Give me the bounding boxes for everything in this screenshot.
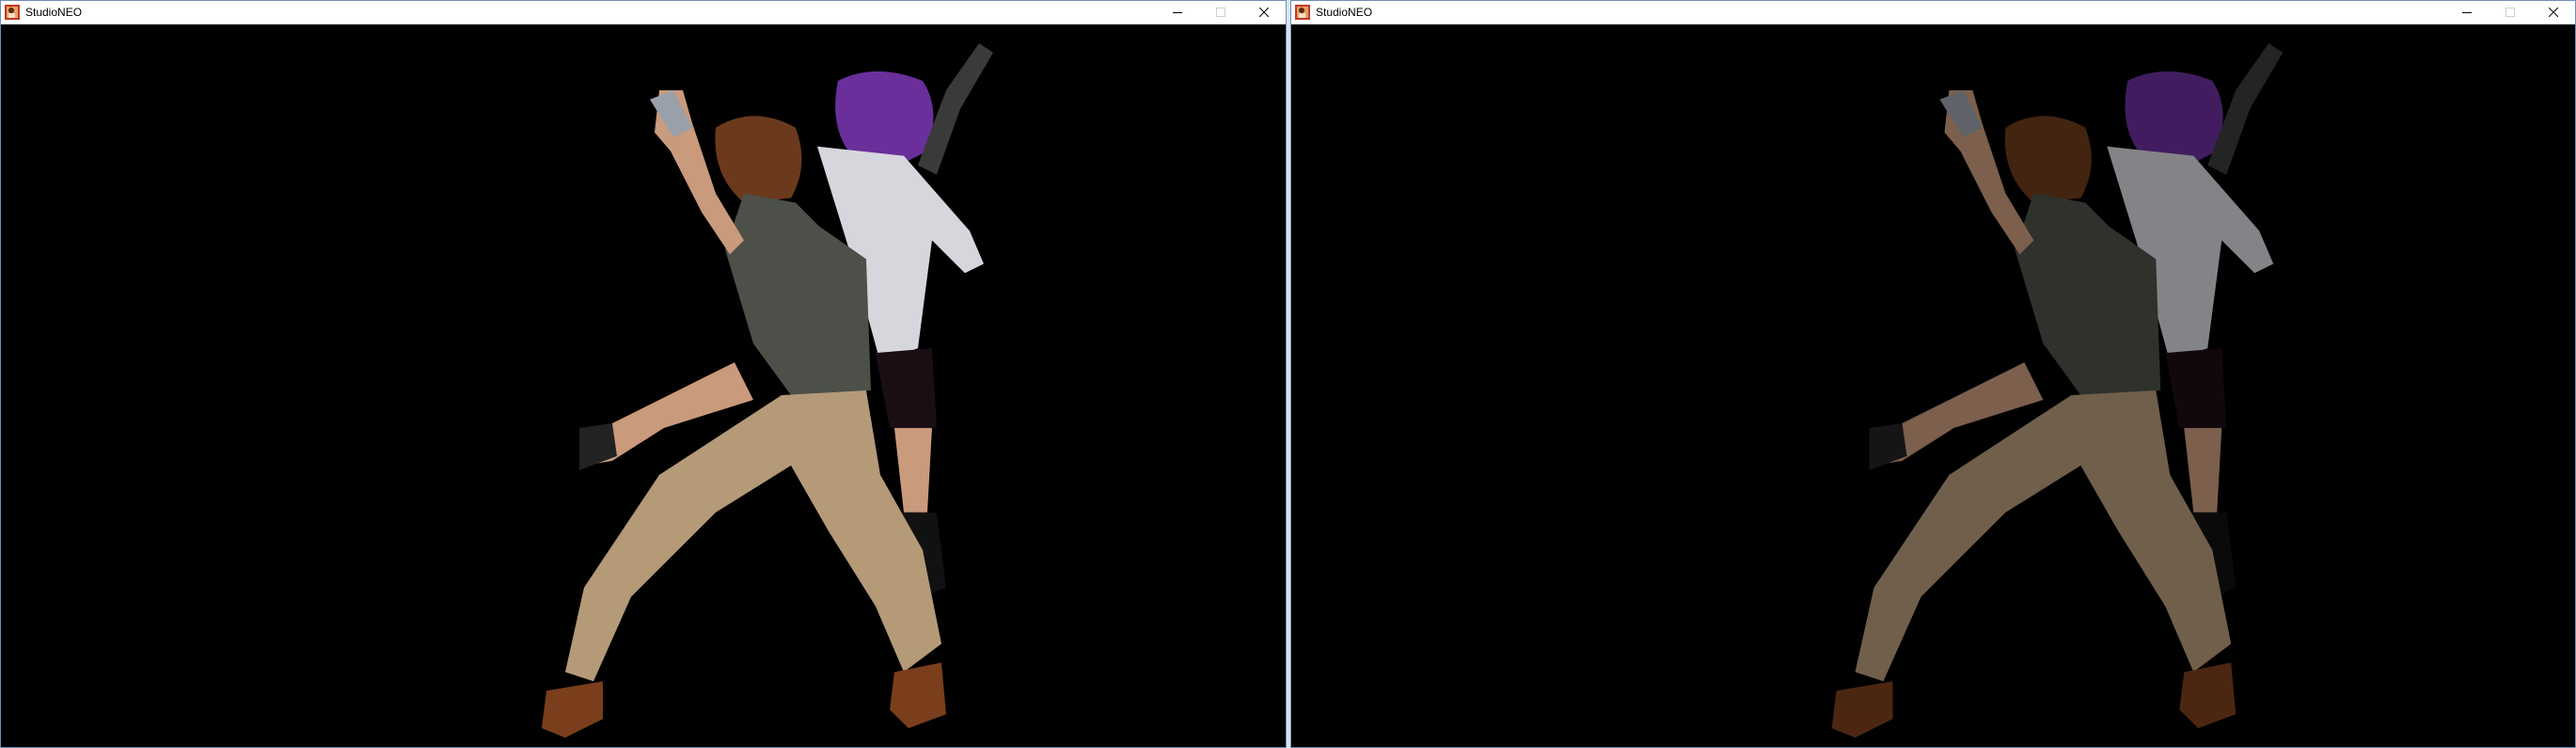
window-title: StudioNEO	[1316, 6, 1373, 19]
title-bar[interactable]: StudioNEO	[1, 1, 1286, 24]
render-viewport[interactable]	[1, 24, 1286, 747]
maximize-icon	[2505, 8, 2515, 17]
caption-buttons	[2445, 1, 2575, 24]
window-title: StudioNEO	[25, 6, 83, 19]
minimize-button[interactable]	[2445, 1, 2489, 24]
title-bar[interactable]: StudioNEO	[1291, 1, 2575, 24]
minimize-icon	[1173, 12, 1182, 13]
maximize-icon	[1216, 8, 1225, 17]
studioneo-window-right[interactable]: StudioNEO	[1290, 0, 2576, 748]
minimize-icon	[2462, 12, 2472, 13]
characters-illustration	[1831, 42, 2284, 739]
close-icon	[1259, 8, 1269, 17]
characters-illustration	[542, 42, 993, 739]
studioneo-app-icon	[1295, 5, 1310, 20]
close-button[interactable]	[2532, 1, 2575, 24]
maximize-button[interactable]	[2489, 1, 2532, 24]
render-viewport[interactable]	[1291, 24, 2575, 747]
minimize-button[interactable]	[1156, 1, 1199, 24]
close-icon	[2549, 8, 2558, 17]
studioneo-window-left[interactable]: StudioNEO	[0, 0, 1287, 748]
character-scene	[542, 42, 993, 739]
maximize-button[interactable]	[1199, 1, 1242, 24]
close-button[interactable]	[1242, 1, 1286, 24]
studioneo-app-icon	[5, 5, 20, 20]
caption-buttons	[1156, 1, 1286, 24]
character-scene	[1831, 42, 2284, 739]
desktop: StudioNEO StudioNEO	[0, 0, 2576, 748]
